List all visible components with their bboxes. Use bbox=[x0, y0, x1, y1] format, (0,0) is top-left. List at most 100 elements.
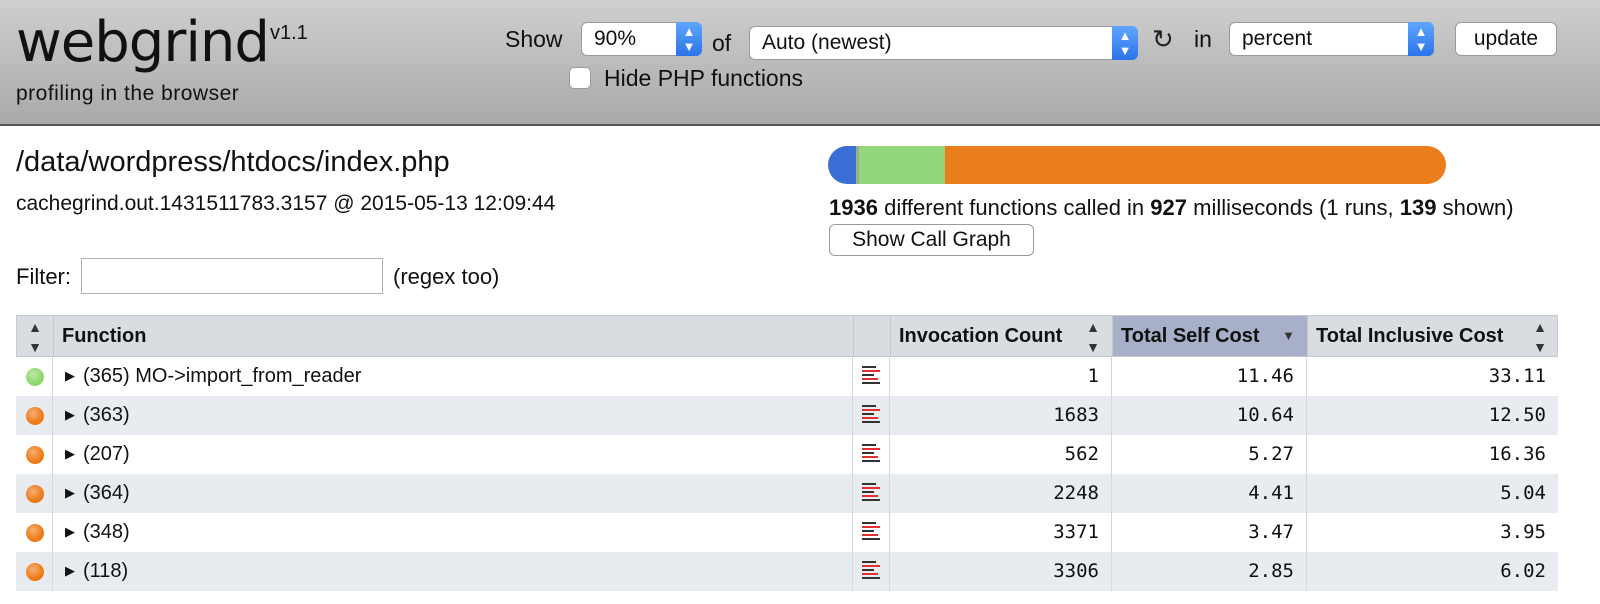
function-cell[interactable]: ▶ (365) MO->import_from_reader bbox=[53, 357, 853, 396]
inclusive-cost-cell: 33.11 bbox=[1488, 365, 1546, 387]
callgraph-column-header bbox=[854, 316, 891, 356]
select-arrows-icon: ▲ ▼ bbox=[1112, 26, 1138, 60]
inclusive-cost-header-label: Total Inclusive Cost bbox=[1316, 325, 1504, 347]
expand-triangle-icon[interactable]: ▶ bbox=[65, 524, 75, 539]
cost-bars-icon[interactable] bbox=[862, 561, 880, 581]
table-row[interactable]: ▶ (207) 562 5.27 16.36 bbox=[16, 435, 1558, 474]
profile-file-value: Auto (newest) bbox=[762, 31, 892, 54]
hide-php-label: Hide PHP functions bbox=[604, 65, 804, 91]
callgraph-cell[interactable] bbox=[853, 552, 890, 591]
inclusive-cost-cell: 16.36 bbox=[1488, 443, 1546, 465]
status-dot-icon bbox=[26, 446, 44, 464]
callgraph-cell[interactable] bbox=[853, 357, 890, 396]
status-dot-icon bbox=[26, 407, 44, 425]
run-stats: 1936 different functions called in 927 m… bbox=[829, 195, 1514, 221]
callgraph-cell[interactable] bbox=[853, 396, 890, 435]
function-cell[interactable]: ▶ (118) bbox=[53, 552, 853, 591]
self-cost-cell: 11.46 bbox=[1112, 357, 1307, 396]
self-cost-cell: 10.64 bbox=[1112, 396, 1307, 435]
callgraph-cell[interactable] bbox=[853, 513, 890, 552]
status-cell bbox=[16, 357, 53, 396]
shown-count: 139 bbox=[1399, 195, 1437, 220]
function-name: (365) MO->import_from_reader bbox=[83, 365, 362, 387]
cost-bars-icon[interactable] bbox=[862, 483, 880, 503]
status-cell bbox=[16, 396, 53, 435]
header: webgrind v1.1 profiling in the browser S… bbox=[0, 0, 1600, 126]
cost-breakdown-bar bbox=[828, 146, 1446, 184]
app-logo: webgrind bbox=[16, 10, 270, 75]
status-cell bbox=[16, 435, 53, 474]
status-cell bbox=[16, 474, 53, 513]
function-column-header[interactable]: Function bbox=[54, 316, 854, 356]
expand-triangle-icon[interactable]: ▶ bbox=[65, 368, 75, 383]
milliseconds-text: milliseconds (1 runs, bbox=[1193, 195, 1394, 220]
function-header-label: Function bbox=[62, 325, 147, 347]
filter-input[interactable] bbox=[81, 258, 383, 294]
invocation-column-header[interactable]: Invocation Count ▲ ▼ bbox=[891, 316, 1113, 356]
status-dot-icon bbox=[26, 485, 44, 503]
expand-triangle-icon[interactable]: ▶ bbox=[65, 563, 75, 578]
self-cost-cell: 5.27 bbox=[1112, 435, 1307, 474]
function-cell[interactable]: ▶ (348) bbox=[53, 513, 853, 552]
cost-bars-icon[interactable] bbox=[862, 444, 880, 464]
self-cost-cell: 2.85 bbox=[1112, 552, 1307, 591]
select-arrows-icon: ▲ ▼ bbox=[676, 22, 702, 56]
sort-icon: ▲ ▼ bbox=[1533, 319, 1547, 355]
functions-text: different functions called in bbox=[884, 195, 1145, 220]
expand-triangle-icon[interactable]: ▶ bbox=[65, 446, 75, 461]
function-cell[interactable]: ▶ (363) bbox=[53, 396, 853, 435]
cost-bars-icon[interactable] bbox=[862, 522, 880, 542]
cost-bars-icon[interactable] bbox=[862, 366, 880, 386]
show-label: Show bbox=[505, 26, 563, 52]
expand-triangle-icon[interactable]: ▶ bbox=[65, 485, 75, 500]
self-cost-header-label: Total Self Cost bbox=[1121, 325, 1260, 347]
filter-label: Filter: bbox=[16, 264, 71, 289]
show-call-graph-button[interactable]: Show Call Graph bbox=[829, 224, 1034, 256]
cost-bar-segment bbox=[945, 146, 1446, 184]
status-dot-icon bbox=[26, 368, 44, 386]
self-cost-column-header[interactable]: Total Self Cost ▼ bbox=[1113, 316, 1308, 356]
sort-toggle-header[interactable]: ▲ ▼ bbox=[17, 316, 54, 356]
refresh-icon[interactable]: ↻ bbox=[1152, 24, 1174, 55]
function-name: (363) bbox=[83, 404, 130, 426]
app-version: v1.1 bbox=[270, 22, 308, 44]
milliseconds-value: 927 bbox=[1150, 195, 1188, 220]
table-row[interactable]: ▶ (364) 2248 4.41 5.04 bbox=[16, 474, 1558, 513]
inclusive-cost-cell: 12.50 bbox=[1488, 404, 1546, 426]
callgraph-cell[interactable] bbox=[853, 474, 890, 513]
table-row[interactable]: ▶ (348) 3371 3.47 3.95 bbox=[16, 513, 1558, 552]
cost-bar-segment bbox=[858, 146, 946, 184]
table-row[interactable]: ▶ (363) 1683 10.64 12.50 bbox=[16, 396, 1558, 435]
hide-php-checkbox[interactable] bbox=[569, 67, 591, 89]
invocation-cell: 2248 bbox=[890, 474, 1112, 513]
regex-hint: (regex too) bbox=[393, 264, 500, 289]
cost-bars-icon[interactable] bbox=[862, 405, 880, 425]
invocation-cell: 3371 bbox=[890, 513, 1112, 552]
function-cell[interactable]: ▶ (364) bbox=[53, 474, 853, 513]
inclusive-cost-cell: 6.02 bbox=[1500, 560, 1546, 582]
status-cell bbox=[16, 513, 53, 552]
expand-triangle-icon[interactable]: ▶ bbox=[65, 407, 75, 422]
inclusive-cost-cell: 5.04 bbox=[1500, 482, 1546, 504]
function-name: (207) bbox=[83, 443, 130, 465]
unit-select[interactable]: percent ▲ ▼ bbox=[1229, 22, 1434, 56]
sort-icon: ▲ ▼ bbox=[28, 319, 42, 355]
show-percent-select[interactable]: 90% ▲ ▼ bbox=[581, 22, 702, 56]
sort-desc-icon: ▼ bbox=[1282, 328, 1295, 343]
update-button[interactable]: update bbox=[1455, 22, 1557, 56]
inclusive-cost-column-header[interactable]: Total Inclusive Cost ▲ ▼ bbox=[1308, 316, 1559, 356]
callgraph-cell[interactable] bbox=[853, 435, 890, 474]
show-percent-value: 90% bbox=[594, 27, 637, 50]
invocation-cell: 562 bbox=[890, 435, 1112, 474]
table-row[interactable]: ▶ (118) 3306 2.85 6.02 bbox=[16, 552, 1558, 591]
invocation-cell: 3306 bbox=[890, 552, 1112, 591]
status-dot-icon bbox=[26, 524, 44, 542]
function-cell[interactable]: ▶ (207) bbox=[53, 435, 853, 474]
invocation-cell: 1 bbox=[890, 357, 1112, 396]
function-name: (364) bbox=[83, 482, 130, 504]
invocation-header-label: Invocation Count bbox=[899, 325, 1063, 347]
inclusive-cost-cell: 3.95 bbox=[1500, 521, 1546, 543]
table-row[interactable]: ▶ (365) MO->import_from_reader 1 11.46 33.11 bbox=[16, 357, 1558, 396]
invocation-cell: 1683 bbox=[890, 396, 1112, 435]
profile-file-select[interactable]: Auto (newest) ▲ ▼ bbox=[749, 26, 1138, 60]
